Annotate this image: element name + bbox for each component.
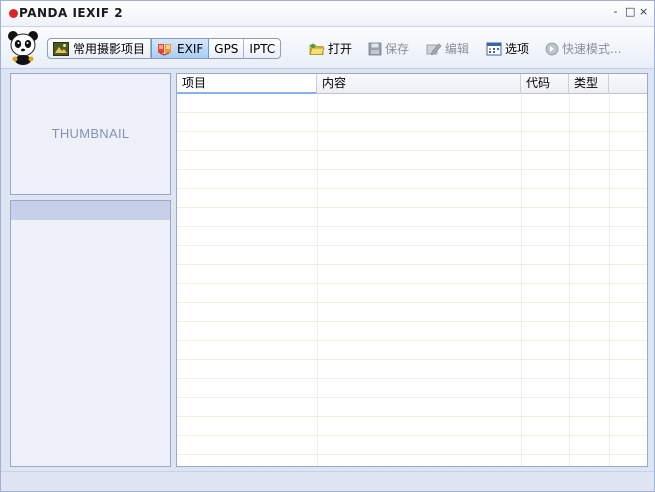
toolbar: 常用摄影项目 EXIF GPS IPTC 打开 保存 编辑 选项 快速模式...: [1, 27, 654, 69]
grid-row-empty: [177, 398, 647, 417]
grid-row-empty: [177, 113, 647, 132]
column-divider: [569, 94, 570, 466]
thumbnail-panel: THUMBNAIL: [10, 73, 171, 195]
app-window: PANDA IEXIF 2 - □ × 常用摄影项目 EXIF GPS IPTC…: [0, 0, 655, 492]
grid-row-empty: [177, 417, 647, 436]
grid-row-empty: [177, 132, 647, 151]
grid-row-empty: [177, 170, 647, 189]
status-bar: [1, 471, 654, 491]
open-folder-icon: [309, 43, 325, 55]
options-button[interactable]: 选项: [486, 40, 529, 57]
app-title: PANDA IEXIF 2: [9, 6, 123, 20]
grid-row-empty: [177, 436, 647, 455]
grid-row-empty: [177, 246, 647, 265]
grid-body: [177, 94, 647, 466]
tab-gps[interactable]: GPS: [209, 39, 245, 58]
tab-label: IPTC: [249, 41, 276, 56]
grid-row-empty: [177, 94, 647, 113]
app-logo-dot-icon: [9, 8, 18, 18]
quick-mode-button-label: 快速模式...: [562, 42, 622, 56]
column-header-content[interactable]: 内容: [317, 74, 521, 94]
column-divider: [609, 94, 610, 466]
info-panel-header: [11, 201, 170, 220]
open-button-label: 打开: [328, 42, 353, 56]
open-button[interactable]: 打开: [309, 40, 352, 57]
grid-row-empty: [177, 360, 647, 379]
column-divider: [521, 94, 522, 466]
grid-row-empty: [177, 189, 647, 208]
grid-row-empty: [177, 284, 647, 303]
tab-iptc[interactable]: IPTC: [244, 39, 280, 58]
tab-label: GPS: [214, 41, 239, 56]
grid-row-empty: [177, 265, 647, 284]
grid-row-empty: [177, 341, 647, 360]
camera-icon: [53, 41, 69, 56]
tab-label: 常用摄影项目: [73, 42, 146, 56]
column-header-code[interactable]: 代码: [521, 74, 569, 94]
info-panel: [10, 200, 171, 467]
grid-row-empty: [177, 151, 647, 170]
edit-button[interactable]: 编辑: [426, 40, 469, 57]
edit-icon: [426, 42, 442, 55]
column-header-blank[interactable]: [609, 74, 647, 94]
edit-button-label: 编辑: [445, 42, 470, 56]
grid-row-empty: [177, 227, 647, 246]
exif-data-grid[interactable]: 项目 内容 代码 类型: [176, 73, 648, 467]
options-icon: [486, 42, 502, 55]
window-controls: - □ ×: [611, 4, 649, 20]
grid-row-empty: [177, 208, 647, 227]
grid-row-empty: [177, 379, 647, 398]
quick-mode-button[interactable]: 快速模式...: [545, 40, 621, 57]
quick-mode-icon: [545, 42, 559, 55]
column-header-item[interactable]: 项目: [177, 74, 317, 94]
tab-exif[interactable]: EXIF: [151, 39, 210, 58]
column-divider: [317, 94, 318, 466]
restore-button[interactable]: □: [625, 4, 635, 20]
app-title-text: PANDA IEXIF 2: [19, 6, 124, 20]
close-button[interactable]: ×: [639, 4, 648, 20]
view-tab-group: 常用摄影项目 EXIF GPS IPTC: [47, 38, 282, 59]
grid-row-empty: [177, 303, 647, 322]
save-button-label: 保存: [385, 42, 410, 56]
save-button[interactable]: 保存: [368, 40, 409, 57]
tab-common-photo-items[interactable]: 常用摄影项目: [48, 39, 152, 58]
save-icon: [368, 42, 382, 55]
grid-header: 项目 内容 代码 类型: [177, 74, 647, 94]
panda-logo-icon: [8, 31, 38, 65]
minimize-button[interactable]: -: [611, 4, 620, 20]
options-button-label: 选项: [505, 42, 530, 56]
tab-label: EXIF: [177, 41, 204, 56]
title-bar[interactable]: PANDA IEXIF 2 - □ ×: [1, 1, 654, 27]
column-header-type[interactable]: 类型: [569, 74, 609, 94]
grid-row-empty: [177, 322, 647, 341]
thumbnail-placeholder: THUMBNAIL: [51, 126, 130, 141]
exif-icon: [158, 43, 172, 56]
